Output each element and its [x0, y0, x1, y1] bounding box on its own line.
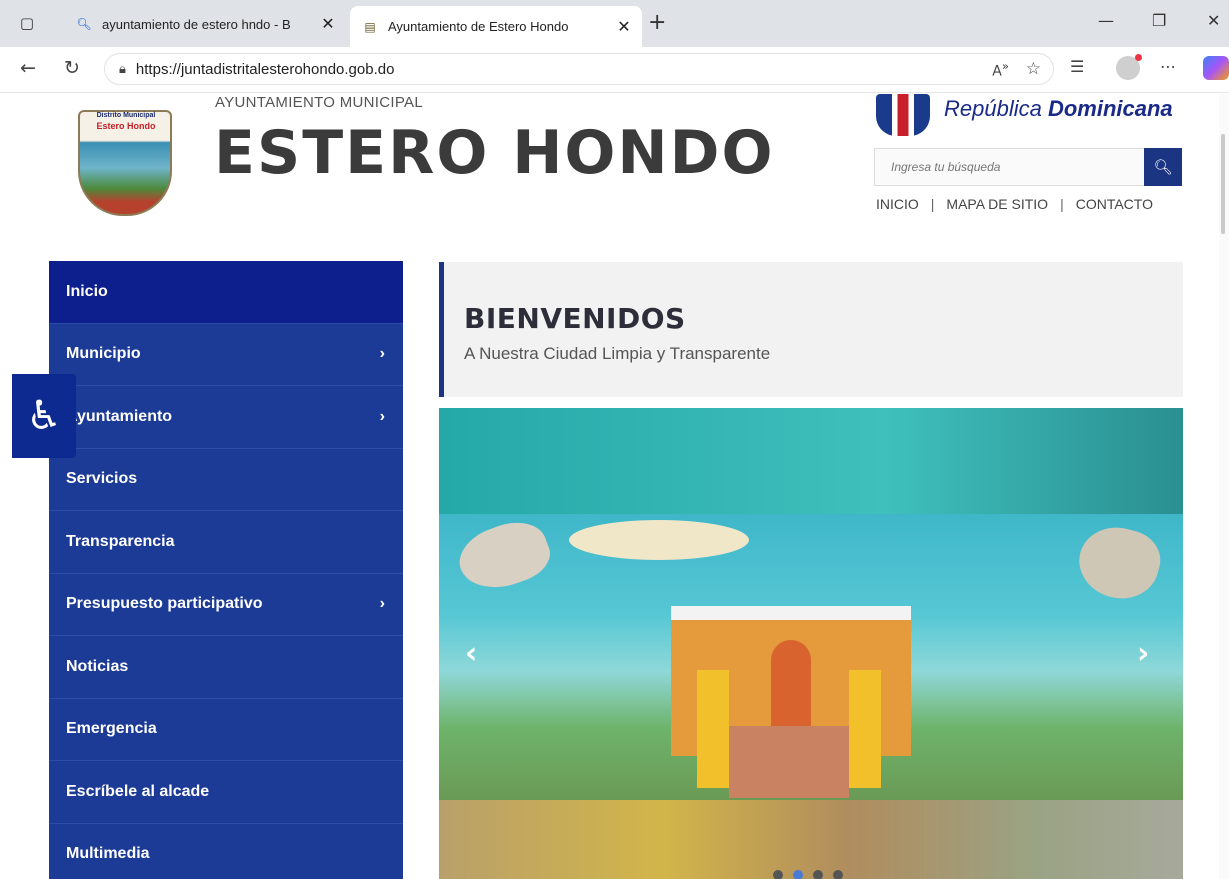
- more-options-icon[interactable]: ⋯: [1160, 57, 1176, 76]
- favorites-icon[interactable]: ☰: [1070, 57, 1084, 76]
- close-tab-icon[interactable]: ✕: [612, 17, 636, 37]
- sidebar-item-label: Multimedia: [66, 845, 150, 863]
- sidebar-item-escribele[interactable]: Escríbele al alcade: [49, 761, 403, 824]
- sidebar-item-label: Noticias: [66, 657, 129, 675]
- sidebar-item-emergencia[interactable]: Emergencia: [49, 698, 403, 761]
- carousel-dot[interactable]: [773, 870, 783, 879]
- sidebar-item-transparencia[interactable]: Transparencia: [49, 511, 403, 574]
- accessibility-button[interactable]: ♿︎: [12, 374, 76, 458]
- crest-text-1: Distrito Municipal: [96, 112, 156, 119]
- republica-dominicana-logo[interactable]: República Dominicana: [944, 96, 1173, 122]
- republic-text-bold: Dominicana: [1047, 96, 1173, 121]
- link-inicio[interactable]: INICIO: [876, 196, 919, 212]
- search-favicon-icon: 🔍︎: [76, 17, 92, 31]
- favorite-star-icon[interactable]: ☆: [1026, 59, 1041, 79]
- welcome-banner: BIENVENIDOS A Nuestra Ciudad Limpia y Tr…: [439, 262, 1183, 397]
- sidebar-item-servicios[interactable]: Servicios: [49, 448, 403, 511]
- site-search: 🔍︎: [874, 148, 1182, 186]
- chevron-right-icon: ›: [379, 595, 385, 613]
- lock-icon: 🔒︎: [119, 61, 126, 77]
- search-input[interactable]: [875, 149, 1145, 185]
- sidebar-item-label: Municipio: [66, 345, 141, 363]
- sidebar-item-label: Servicios: [66, 470, 138, 488]
- tab-actions-icon[interactable]: ▢: [14, 10, 40, 36]
- url-field[interactable]: 🔒︎ https://juntadistritalesterohondo.gob…: [104, 53, 1054, 85]
- sidebar-item-label: Ayuntamiento: [66, 407, 173, 425]
- chevron-right-icon: ›: [379, 345, 385, 363]
- site-brand-title[interactable]: ESTERO HONDO: [214, 118, 774, 188]
- site-favicon-icon: ▤: [364, 19, 376, 34]
- browser-tab-search[interactable]: 🔍︎ ayuntamiento de estero hndo - B ✕: [64, 6, 346, 42]
- link-mapa-de-sitio[interactable]: MAPA DE SITIO: [946, 196, 1048, 212]
- link-separator: |: [1060, 196, 1064, 212]
- top-links: INICIO | MAPA DE SITIO | CONTACTO: [876, 196, 1153, 212]
- scrollbar-thumb[interactable]: [1221, 134, 1225, 234]
- gate-pillar: [849, 670, 881, 788]
- tab-title: ayuntamiento de estero hndo - B: [102, 16, 291, 32]
- wheelchair-icon: ♿︎: [26, 393, 62, 439]
- gate-pillar: [697, 670, 729, 788]
- link-contacto[interactable]: CONTACTO: [1076, 196, 1153, 212]
- refresh-icon[interactable]: ↻: [64, 57, 80, 79]
- sidebar-item-presupuesto[interactable]: Presupuesto participativo ›: [49, 573, 403, 636]
- side-navigation: Inicio Municipio › Ayuntamiento › Servicio…: [49, 261, 403, 879]
- island-image: [569, 520, 749, 560]
- sidebar-item-ayuntamiento[interactable]: Ayuntamiento ›: [49, 386, 403, 449]
- close-tab-icon[interactable]: ✕: [316, 14, 340, 34]
- read-aloud-icon[interactable]: A»: [992, 59, 1009, 80]
- search-icon: 🔍︎: [1153, 158, 1173, 176]
- dominican-republic-emblem: [876, 94, 930, 136]
- municipal-crest-logo[interactable]: Distrito Municipal Estero Hondo: [76, 106, 176, 221]
- entrance-path: [729, 726, 849, 798]
- carousel-prev-icon[interactable]: ‹: [465, 636, 477, 671]
- chevron-right-icon: ›: [379, 407, 385, 425]
- carousel-indicators: [773, 870, 843, 879]
- copilot-icon[interactable]: [1203, 56, 1229, 80]
- carousel-next-icon[interactable]: ›: [1137, 636, 1149, 671]
- sidebar-item-label: Escríbele al alcade: [66, 782, 210, 800]
- browser-tab-active[interactable]: ▤ Ayuntamiento de Estero Hondo ✕: [350, 6, 642, 47]
- carousel-dot-active[interactable]: [793, 870, 803, 879]
- restore-icon[interactable]: ❐: [1152, 11, 1166, 30]
- tab-title: Ayuntamiento de Estero Hondo: [388, 19, 569, 34]
- republic-text-light: República: [944, 96, 1048, 121]
- carousel-dot[interactable]: [833, 870, 843, 879]
- minimize-icon[interactable]: —: [1098, 11, 1114, 30]
- sidebar-item-municipio[interactable]: Municipio ›: [49, 323, 403, 386]
- welcome-title: BIENVENIDOS: [464, 302, 686, 335]
- back-icon[interactable]: ←: [20, 57, 36, 79]
- url-text: https://juntadistritalesterohondo.gob.do: [135, 60, 395, 78]
- sidebar-item-multimedia[interactable]: Multimedia: [49, 823, 403, 879]
- browser-address-bar: ← ↻ 🔒︎ https://juntadistritalesterohondo…: [0, 47, 1229, 93]
- link-separator: |: [930, 196, 935, 212]
- carousel-sky: [439, 408, 1183, 514]
- browser-tab-bar: ▢ 🔍︎ ayuntamiento de estero hndo - B ✕ ▤…: [0, 0, 1229, 47]
- carousel-dot[interactable]: [813, 870, 823, 879]
- new-tab-icon[interactable]: +: [648, 10, 666, 35]
- carousel-bottom-image: [439, 800, 1183, 879]
- web-page: Distrito Municipal Estero Hondo AYUNTAMI…: [0, 94, 1229, 879]
- page-scrollbar[interactable]: [1219, 94, 1229, 879]
- crest-text-2: Estero Hondo: [96, 121, 156, 131]
- window-close-icon[interactable]: ✕: [1207, 11, 1220, 30]
- sidebar-item-label: Transparencia: [66, 532, 175, 550]
- sidebar-item-noticias[interactable]: Noticias: [49, 636, 403, 699]
- sidebar-item-label: Presupuesto participativo: [66, 595, 263, 613]
- image-carousel[interactable]: ‹ ›: [439, 408, 1183, 879]
- sidebar-item-label: Inicio: [66, 282, 108, 300]
- sidebar-item-label: Emergencia: [66, 720, 157, 738]
- welcome-subtitle: A Nuestra Ciudad Limpia y Transparente: [464, 344, 771, 363]
- sidebar-item-inicio[interactable]: Inicio: [49, 261, 403, 324]
- search-button[interactable]: 🔍︎: [1144, 148, 1182, 186]
- site-overline: AYUNTAMIENTO MUNICIPAL: [215, 94, 424, 111]
- profile-avatar[interactable]: [1116, 54, 1142, 80]
